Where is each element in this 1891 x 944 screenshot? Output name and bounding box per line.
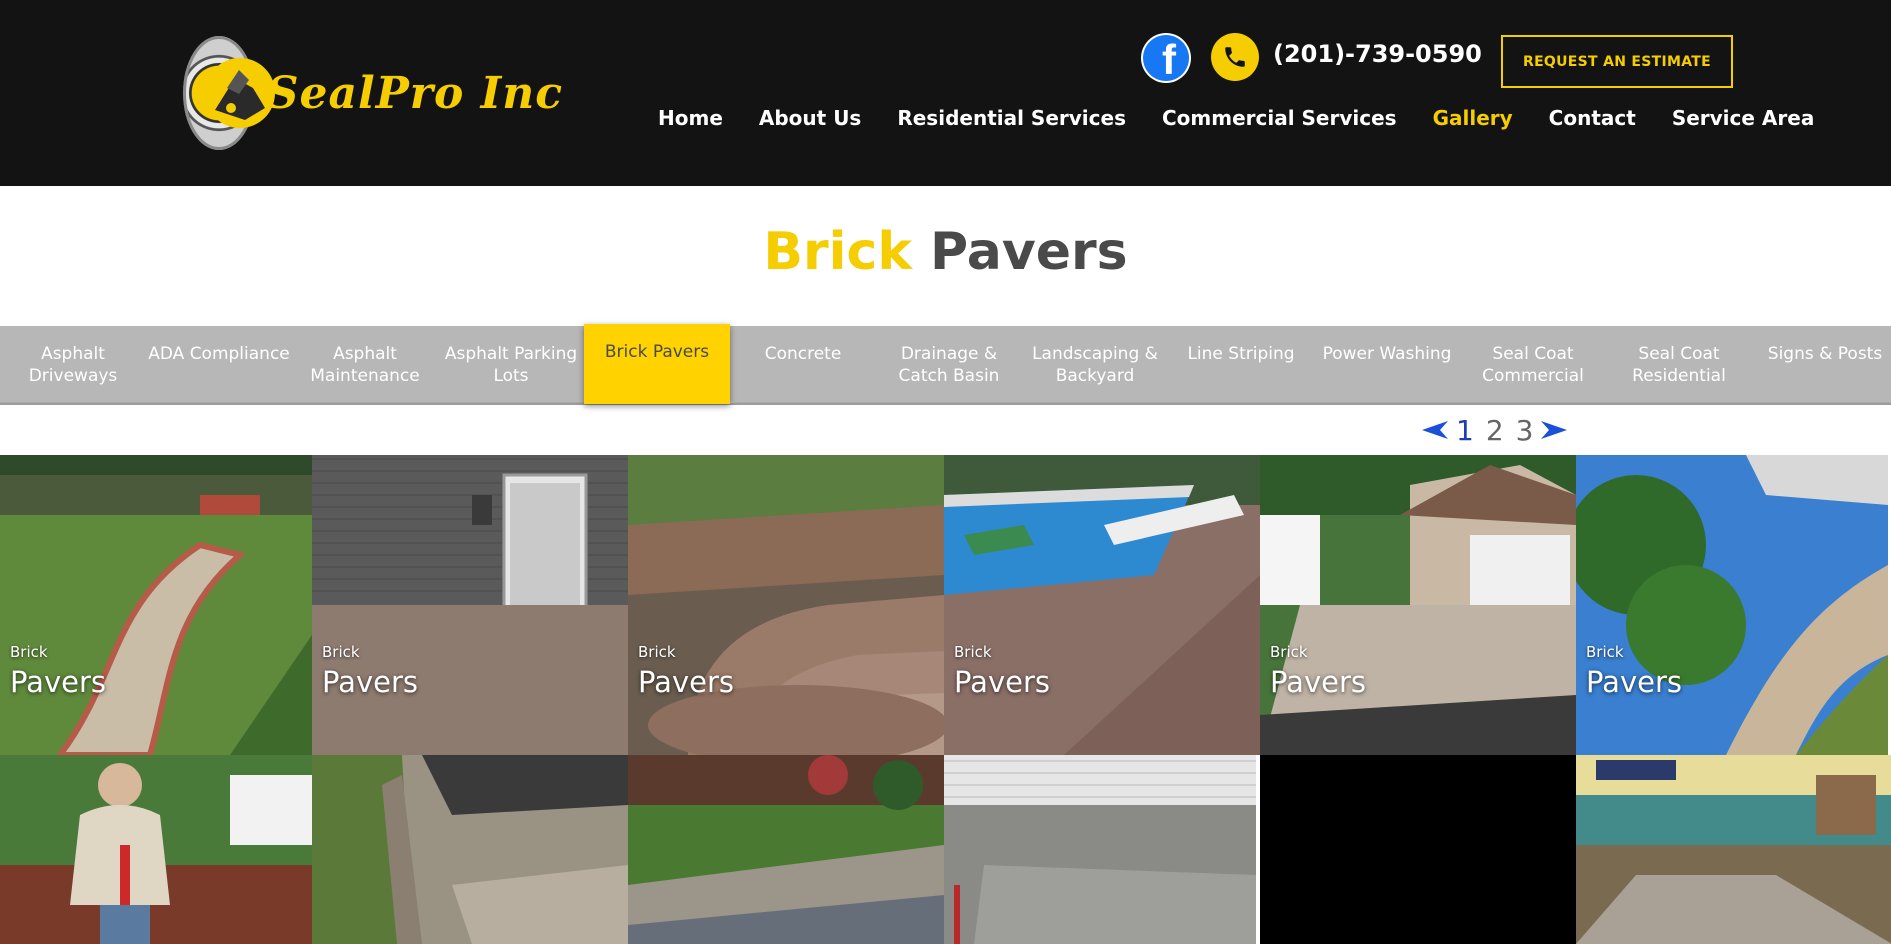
- logo-text: SealPro Inc: [266, 67, 563, 119]
- category-tab-label: Asphalt Parking Lots: [444, 344, 578, 386]
- category-tab-ada-compliance[interactable]: ADA Compliance: [146, 326, 292, 403]
- logo-badge: [183, 36, 275, 150]
- category-tab-drainage-catch-basin[interactable]: Drainage & Catch Basin: [876, 326, 1022, 403]
- gallery-caption-small: Brick: [1586, 643, 1624, 661]
- gallery-image: [944, 455, 1260, 755]
- gallery-caption-title: Pavers: [10, 665, 106, 699]
- logo-emblem-icon: [215, 70, 265, 120]
- gallery-photo-worker[interactable]: [0, 755, 312, 944]
- page-numbers: 123: [1450, 414, 1539, 447]
- gallery-image: [1576, 755, 1891, 944]
- gallery-image: [1260, 455, 1576, 755]
- category-tab-seal-coat-residential[interactable]: Seal Coat Residential: [1606, 326, 1752, 403]
- category-tab-concrete[interactable]: Concrete: [730, 326, 876, 403]
- gallery-image: [1576, 455, 1888, 755]
- site-header: SealPro Inc f (201)-739-0590 REQUEST AN …: [0, 0, 1891, 186]
- gallery-photo-garage-drive[interactable]: Brick Pavers: [1260, 455, 1576, 755]
- category-tab-signs-posts[interactable]: Signs & Posts: [1752, 326, 1891, 403]
- gallery-caption-small: Brick: [322, 643, 360, 661]
- photo-gallery: Brick Pavers Brick Pavers Brick Pavers Brick Pa…: [0, 455, 1891, 944]
- category-tab-asphalt-parking-lots[interactable]: Asphalt Parking Lots: [438, 326, 584, 403]
- request-estimate-button[interactable]: REQUEST AN ESTIMATE: [1501, 35, 1733, 88]
- gallery-caption-small: Brick: [954, 643, 992, 661]
- gallery-caption-small: Brick: [1270, 643, 1308, 661]
- category-tab-label: ADA Compliance: [148, 344, 290, 364]
- nav-item-contact[interactable]: Contact: [1549, 106, 1636, 136]
- category-tab-label: Signs & Posts: [1767, 344, 1883, 364]
- gallery-image: [1260, 755, 1576, 944]
- next-arrow-icon[interactable]: [1539, 419, 1569, 441]
- category-tab-power-washing[interactable]: Power Washing: [1314, 326, 1460, 403]
- category-tab-label: Asphalt Maintenance: [310, 344, 420, 386]
- facebook-icon[interactable]: f: [1141, 33, 1191, 83]
- category-tab-landscaping-backyard[interactable]: Landscaping & Backyard: [1022, 326, 1168, 403]
- gallery-photo-lawn-drive[interactable]: [628, 755, 944, 944]
- page-title-accent: Brick: [763, 222, 912, 282]
- page-title-main: Pavers: [930, 222, 1128, 282]
- gallery-image: [0, 755, 312, 944]
- nav-item-commercial-services[interactable]: Commercial Services: [1162, 106, 1397, 136]
- gallery-photo-paver-edge[interactable]: [312, 755, 628, 944]
- category-tabs: Asphalt Driveways ADA Compliance Asphalt M…: [0, 324, 1891, 405]
- gallery-caption-title: Pavers: [954, 665, 1050, 699]
- category-tab-line-striping[interactable]: Line Striping: [1168, 326, 1314, 403]
- category-tab-asphalt-maintenance[interactable]: Asphalt Maintenance: [292, 326, 438, 403]
- category-tab-asphalt-driveways[interactable]: Asphalt Driveways: [0, 326, 146, 403]
- gallery-photo-backyard[interactable]: [1576, 755, 1891, 944]
- category-tab-brick-pavers[interactable]: Brick Pavers: [584, 324, 730, 404]
- category-tab-seal-coat-commercial[interactable]: Seal Coat Commercial: [1460, 326, 1606, 403]
- gallery-caption-title: Pavers: [1270, 665, 1366, 699]
- gallery-photo-walkway-garden[interactable]: Brick Pavers: [0, 455, 312, 755]
- gallery-caption-small: Brick: [638, 643, 676, 661]
- gallery-photo-steps[interactable]: Brick Pavers: [628, 455, 944, 755]
- gallery-image: [628, 455, 944, 755]
- prev-arrow-icon[interactable]: [1420, 419, 1450, 441]
- gallery-photo-trees-walkway[interactable]: Brick Pavers: [1576, 455, 1891, 755]
- logo[interactable]: SealPro Inc: [183, 34, 563, 152]
- gallery-caption-small: Brick: [10, 643, 48, 661]
- gallery-photo-patio-house[interactable]: Brick Pavers: [312, 455, 628, 755]
- phone-icon[interactable]: [1211, 33, 1259, 81]
- gallery-caption-title: Pavers: [322, 665, 418, 699]
- gallery-caption-title: Pavers: [1586, 665, 1682, 699]
- pagination: 123: [1420, 410, 1569, 450]
- nav-item-gallery[interactable]: Gallery: [1433, 106, 1513, 136]
- category-tab-label: Line Striping: [1187, 344, 1295, 364]
- category-tab-label: Asphalt Driveways: [28, 344, 118, 386]
- gallery-image: [312, 455, 628, 755]
- gallery-image: [628, 755, 944, 944]
- nav-item-about-us[interactable]: About Us: [759, 106, 861, 136]
- gallery-image: [0, 455, 312, 755]
- nav-item-residential-services[interactable]: Residential Services: [897, 106, 1126, 136]
- gallery-image: [312, 755, 628, 944]
- category-tab-label: Landscaping & Backyard: [1032, 344, 1158, 386]
- gallery-photo-garage-slab[interactable]: [944, 755, 1260, 944]
- gallery-caption-title: Pavers: [638, 665, 734, 699]
- gallery-photo-blank[interactable]: [1260, 755, 1576, 944]
- category-tab-label: Seal Coat Residential: [1632, 344, 1726, 386]
- page-number[interactable]: 3: [1516, 414, 1534, 447]
- nav-item-home[interactable]: Home: [658, 106, 723, 136]
- phone-number[interactable]: (201)-739-0590: [1273, 40, 1482, 68]
- category-tab-label: Power Washing: [1322, 344, 1452, 364]
- nav-item-service-area[interactable]: Service Area: [1672, 106, 1815, 136]
- category-tab-label: Seal Coat Commercial: [1482, 344, 1584, 386]
- main-nav: Home About Us Residential Services Commerci…: [640, 106, 1832, 136]
- gallery-image: [944, 755, 1256, 944]
- category-tab-label: Concrete: [764, 344, 842, 364]
- page-number[interactable]: 1: [1456, 414, 1474, 447]
- page-title: Brick Pavers: [0, 222, 1891, 282]
- page-number[interactable]: 2: [1486, 414, 1504, 447]
- category-tab-label: Drainage & Catch Basin: [898, 344, 1000, 386]
- gallery-photo-pool-deck[interactable]: Brick Pavers: [944, 455, 1260, 755]
- category-tab-label: Brick Pavers: [604, 342, 710, 362]
